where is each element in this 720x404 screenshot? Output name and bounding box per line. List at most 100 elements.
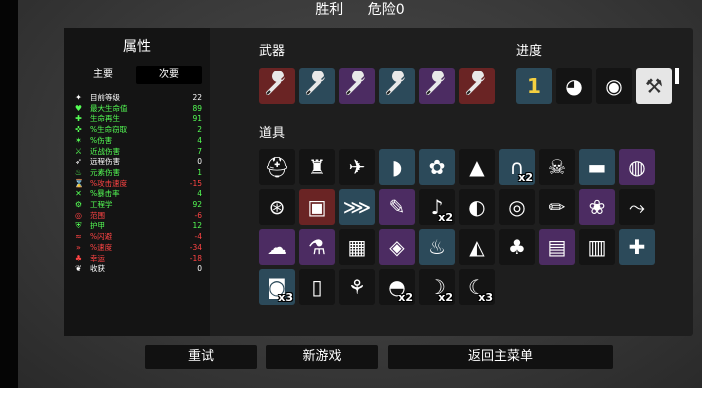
crit-chance-icon: ✕ [75,189,82,199]
item-tile[interactable]: ◗ [379,149,415,185]
level-icon: ✦ [75,93,82,102]
item-tile[interactable]: ◉ [596,68,632,104]
item-tile[interactable]: ✏ [539,189,575,225]
helmet-icon: ⛑ [264,155,290,179]
item-tile[interactable]: ▲ [459,149,495,185]
item-tile[interactable]: ∩ x2 [499,149,535,185]
stat-row: ♥ 最大生命值 89 [74,104,204,114]
wrench-icon [344,69,370,102]
item-tile[interactable]: ◎ [499,189,535,225]
item-tile[interactable]: ⊛ [259,189,295,225]
item-tile[interactable]: ♪ x2 [419,189,455,225]
stat-row: ⚙ 工程学 92 [74,200,204,210]
stat-row: ✜ %生命窃取 2 [74,125,204,135]
item-tile[interactable] [339,68,375,104]
dodge-icon: ≈ [75,232,82,242]
item-tile[interactable]: ▥ [579,229,615,265]
item-tile[interactable]: ◭ [459,229,495,265]
item-tile[interactable]: ▣ [299,189,335,225]
wrench-icon [304,69,330,102]
stat-value: 89 [192,103,202,113]
item-tile[interactable]: ✎ [379,189,415,225]
item-tile[interactable]: ◈ [379,229,415,265]
stat-label: 近战伤害 [90,146,120,156]
item-tile[interactable] [379,68,415,104]
bandage-icon: ◈ [389,235,405,259]
book-icon: ▯ [311,275,323,299]
item-tile[interactable] [259,68,295,104]
stat-value: 7 [197,146,202,156]
wrench-icon [424,69,450,102]
elemental-damage-icon: ♨ [74,167,83,177]
item-tile[interactable]: ♨ [419,229,455,265]
witch-hat-icon: ▲ [469,155,485,179]
item-tile[interactable]: ◕ [556,68,592,104]
progress-scrollbar[interactable] [675,68,679,84]
wicker-icon: ▦ [347,235,367,259]
wrench-icon [464,69,490,102]
branch-icon: ⤳ [629,195,645,219]
item-tile[interactable]: 1 [516,68,552,104]
pencil-icon: ✏ [548,195,566,219]
tab-primary-stats[interactable]: 主要 [70,66,136,84]
main-menu-button[interactable]: 返回主菜单 [388,345,613,369]
stat-label: 收获 [90,264,105,274]
stat-label: 最大生命值 [90,103,128,113]
item-tile[interactable]: ⤳ [619,189,655,225]
item-tile[interactable]: ◓ x2 [379,269,415,305]
item-tile[interactable]: ☠ [539,149,575,185]
item-tile[interactable]: ⚘ [339,269,375,305]
stat-row: ♣ 幸运 -18 [74,254,204,264]
item-tile[interactable]: ⚗ [299,229,335,265]
max-hp-icon: ♥ [74,103,83,113]
stat-label: %生命窃取 [90,125,128,135]
brain-icon: ❀ [588,195,606,219]
item-tile[interactable] [299,68,335,104]
tab-secondary-stats[interactable]: 次要 [136,66,202,84]
item-tile[interactable]: ⋙ [339,189,375,225]
item-tile[interactable]: ✚ [619,229,655,265]
item-tile[interactable]: ▯ [299,269,335,305]
item-tile[interactable]: ♣ [499,229,535,265]
turret-icon: ⊛ [268,195,286,219]
item-tile[interactable]: ☾ x3 [459,269,495,305]
medic-robot-icon: ✚ [628,235,646,259]
item-count: x2 [438,291,453,304]
target-dummy-icon: ◎ [508,195,526,219]
item-tile[interactable]: ◐ [459,189,495,225]
horn-icon: ◗ [391,155,403,179]
item-tile[interactable]: ⚒ [636,68,672,104]
stat-row: » %速度 -34 [74,243,204,253]
item-tile[interactable] [459,68,495,104]
items-label: 道具 [259,126,286,141]
item-count: x2 [518,171,533,184]
item-tile[interactable]: ⛑ [259,149,295,185]
stat-row: ≈ %闪避 -4 [74,232,204,242]
stat-row: ◎ 范围 -6 [74,211,204,221]
item-tile[interactable]: ▬ [579,149,615,185]
item-tile[interactable]: ♜ [299,149,335,185]
item-tile[interactable] [419,68,455,104]
item-tile[interactable]: ◍ [619,149,655,185]
retry-button[interactable]: 重试 [145,345,257,369]
item-tile[interactable]: ☽ x2 [419,269,455,305]
item-tile[interactable]: ❀ [579,189,615,225]
stat-value: 0 [197,157,202,167]
stat-label: 目前等级 [90,93,120,102]
item-tile[interactable]: ◙ x3 [259,269,295,305]
stat-value: 1 [197,167,202,177]
item-tile[interactable]: ✿ [419,149,455,185]
item-tile[interactable]: ▦ [339,229,375,265]
stat-value: -34 [189,242,202,252]
item-tile[interactable]: ▤ [539,229,575,265]
new-game-button[interactable]: 新游戏 [266,345,378,369]
stat-label: 护甲 [90,221,105,231]
run-result-header: 胜利 危险0 [0,0,720,22]
screen-left-edge [0,0,18,388]
item-tile[interactable]: ☁ [259,229,295,265]
item-tile[interactable]: ✈ [339,149,375,185]
stat-row: ✶ %伤害 4 [74,136,204,146]
life-steal-icon: ✜ [75,125,82,135]
potion-icon: ⚗ [308,235,326,259]
armor-icon: ⛨ [75,221,82,231]
